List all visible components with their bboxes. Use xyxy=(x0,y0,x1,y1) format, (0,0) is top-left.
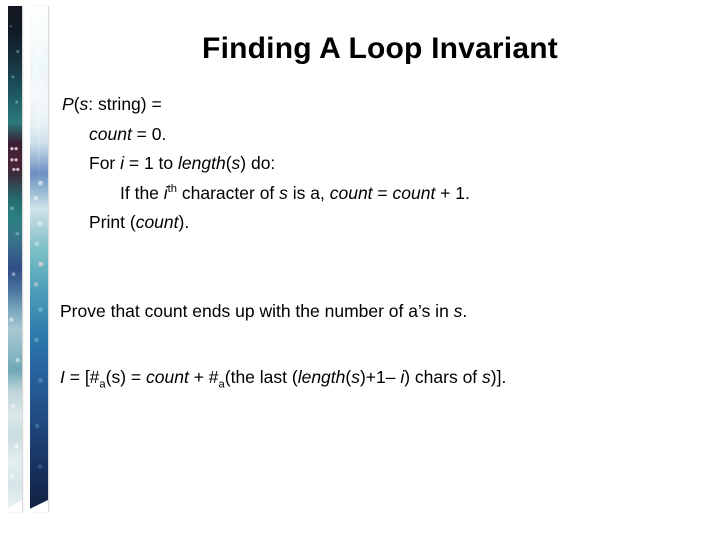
loop-invariant-statement: I = [#a(s) = count + #a(the last (length… xyxy=(60,367,507,390)
invariant-token-s-2: s xyxy=(351,367,360,387)
invariant-token-s-paren: (s xyxy=(105,367,121,387)
code-token-init-rest: = 0. xyxy=(131,123,167,144)
invariant-token-count: count xyxy=(146,367,189,387)
code-line-if: If the ith character of s is a, count = … xyxy=(62,182,470,203)
code-token-equals: = xyxy=(372,182,393,203)
code-token-s: s xyxy=(79,94,89,114)
invariant-token-the-last: (the last ( xyxy=(224,367,298,387)
code-token-for-close: ) do: xyxy=(240,153,276,173)
invariant-token-eq-open: = [# xyxy=(64,367,100,387)
code-token-count: count xyxy=(89,123,132,144)
code-token-for-mid: = 1 to xyxy=(124,153,179,173)
prove-statement: Prove that count ends up with the number… xyxy=(60,301,468,321)
code-token-for: For xyxy=(89,153,121,173)
decorative-strip-right xyxy=(30,6,48,512)
invariant-token-s-3: s xyxy=(482,367,491,387)
code-token-count-3: count xyxy=(392,182,436,203)
slide-canvas: Finding A Loop Invariant P(s: string) = … xyxy=(0,0,720,540)
pseudocode-block: P(s: string) = count = 0. For i = 1 to l… xyxy=(62,94,470,244)
code-token-is-a: is a, xyxy=(287,182,330,203)
code-token-char-of: character of xyxy=(177,182,280,203)
code-line-for: For i = 1 to length(s) do: xyxy=(62,153,470,173)
invariant-token-chars-of: ) chars of xyxy=(404,367,483,387)
code-line-init: count = 0. xyxy=(62,123,470,144)
code-token-th-superscript: th xyxy=(167,182,178,195)
code-token-print-close: ). xyxy=(178,212,190,232)
code-token-count-4: count xyxy=(135,212,179,232)
slide-title: Finding A Loop Invariant xyxy=(202,32,558,65)
invariant-token-end: )]. xyxy=(490,367,507,387)
code-token-plus-one: + 1. xyxy=(435,182,470,203)
invariant-token-plus-one: )+1– xyxy=(359,367,401,387)
code-token-if-the: If the xyxy=(120,182,164,203)
code-line-print: Print (count). xyxy=(62,212,470,232)
code-token-s-2: s xyxy=(231,153,241,173)
code-token-count-2: count xyxy=(329,182,373,203)
decorative-strip-left xyxy=(8,6,22,512)
code-token-p: P xyxy=(62,94,74,114)
invariant-token-length: length xyxy=(297,367,346,387)
decorative-border-strips xyxy=(0,0,60,540)
code-line-signature: P(s: string) = xyxy=(62,94,470,114)
code-token-length: length xyxy=(178,153,226,173)
prove-text: Prove that count ends up with the number… xyxy=(60,301,454,321)
code-token-s-3: s xyxy=(279,182,288,203)
prove-period: . xyxy=(462,301,468,321)
invariant-token-plus-hash: + # xyxy=(188,367,219,387)
invariant-token-eq-2: ) = xyxy=(120,367,147,387)
code-token-print: Print ( xyxy=(89,212,136,232)
code-token-signature-rest: : string) = xyxy=(88,94,162,114)
